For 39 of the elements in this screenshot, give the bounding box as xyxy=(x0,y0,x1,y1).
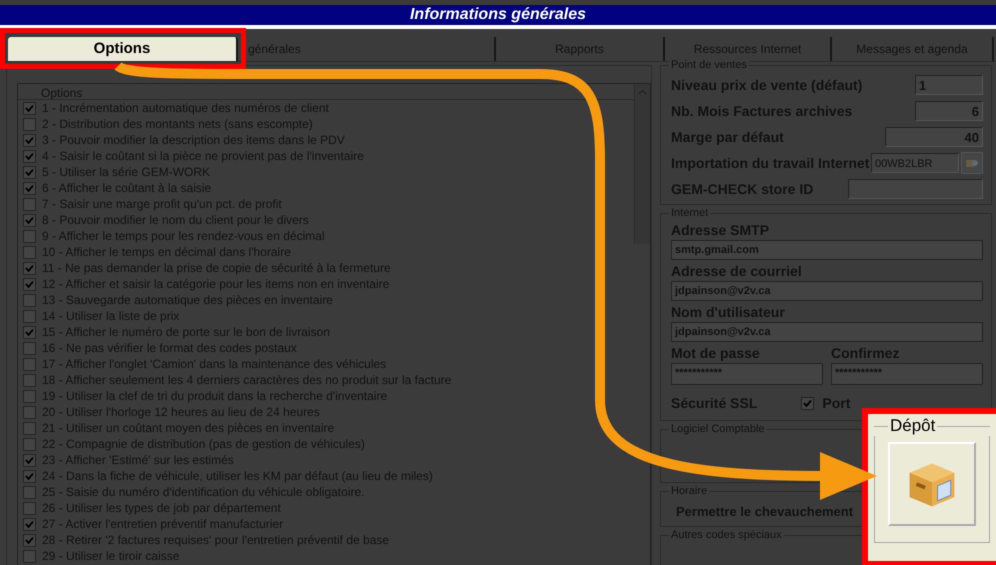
checkbox[interactable] xyxy=(23,166,36,178)
checkbox[interactable] xyxy=(23,134,36,146)
password-field[interactable]: *********** xyxy=(831,363,983,385)
checkbox[interactable] xyxy=(23,246,36,258)
checkbox[interactable] xyxy=(23,150,36,162)
checkbox[interactable] xyxy=(23,358,36,370)
checkbox[interactable] xyxy=(23,198,36,210)
checkbox[interactable] xyxy=(23,406,36,418)
checkbox[interactable] xyxy=(23,310,36,322)
window-title: Informations générales xyxy=(0,5,996,25)
checkbox[interactable] xyxy=(23,214,36,226)
password-field[interactable]: *********** xyxy=(671,363,823,385)
input-field[interactable] xyxy=(848,179,983,199)
checkbox[interactable] xyxy=(23,342,36,354)
checkbox[interactable] xyxy=(23,102,36,114)
checkbox[interactable] xyxy=(23,502,36,514)
checkbox[interactable] xyxy=(23,182,36,194)
group-label: Dépôt xyxy=(889,416,936,436)
checkbox[interactable] xyxy=(23,470,36,482)
checkbox[interactable] xyxy=(23,438,36,450)
checkbox[interactable] xyxy=(23,118,36,130)
checkbox[interactable] xyxy=(23,422,36,434)
checkbox[interactable] xyxy=(23,486,36,498)
checkbox[interactable] xyxy=(23,518,36,530)
checkbox[interactable] xyxy=(23,550,36,562)
checkbox[interactable] xyxy=(23,390,36,402)
scrollbar[interactable] xyxy=(634,84,650,244)
checkbox[interactable] xyxy=(23,374,36,386)
checkbox[interactable] xyxy=(23,294,36,306)
checkbox[interactable] xyxy=(23,454,36,466)
checkbox[interactable] xyxy=(23,230,36,242)
tab[interactable]: Options xyxy=(8,37,238,61)
deposit-button[interactable] xyxy=(888,442,976,526)
browse-button[interactable] xyxy=(961,152,983,174)
checkbox[interactable] xyxy=(23,534,36,546)
checkbox[interactable] xyxy=(23,326,36,338)
checkbox[interactable] xyxy=(801,396,814,410)
checkbox[interactable] xyxy=(23,278,36,290)
checkbox[interactable] xyxy=(23,262,36,274)
